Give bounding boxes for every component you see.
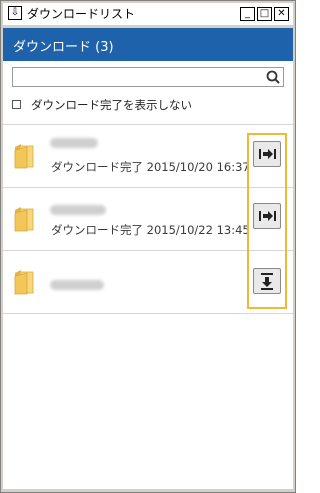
open-icon: [259, 211, 276, 221]
download-item[interactable]: [3, 251, 293, 313]
open-file-button[interactable]: [253, 141, 281, 167]
downloads-header: ダウンロード (3): [3, 28, 293, 61]
download-status: ダウンロード完了 2015/10/20 16:37: [51, 160, 250, 174]
close-button[interactable]: ✕: [274, 7, 289, 21]
search-icon[interactable]: [265, 68, 281, 86]
download-button[interactable]: [253, 268, 281, 294]
folder-icon: [14, 144, 34, 169]
search-box[interactable]: [12, 67, 284, 87]
open-icon: [259, 149, 276, 159]
folder-icon: [14, 270, 34, 295]
file-name-redacted: [50, 280, 104, 290]
search-input[interactable]: [15, 69, 260, 85]
title-bar[interactable]: ⇩ ダウンロードリスト _ □ ✕: [3, 3, 293, 25]
download-list-panel: ダウンロード完了を表示しない ダウンロード完了 2015/10/20 16:37: [3, 61, 293, 489]
download-item[interactable]: ダウンロード完了 2015/10/20 16:37: [3, 125, 293, 187]
file-name-redacted: [50, 205, 106, 215]
folder-icon: [14, 207, 34, 232]
download-icon: [261, 273, 273, 290]
hide-completed-checkbox[interactable]: [12, 100, 21, 109]
open-file-button[interactable]: [253, 203, 281, 229]
divider: [3, 313, 293, 314]
download-status: ダウンロード完了 2015/10/22 13:45: [51, 223, 250, 237]
maximize-button[interactable]: □: [257, 7, 272, 21]
app-icon: ⇩: [8, 6, 22, 20]
minimize-button[interactable]: _: [240, 7, 255, 21]
downloads-count-title: ダウンロード (3): [13, 40, 114, 55]
file-name-redacted: [50, 138, 98, 148]
download-list-window: ⇩ ダウンロードリスト _ □ ✕ ダウンロード (3) ダウンロード完了を表示…: [0, 0, 296, 493]
window-title: ダウンロードリスト: [27, 7, 136, 21]
hide-completed-label: ダウンロード完了を表示しない: [31, 98, 192, 112]
download-item[interactable]: ダウンロード完了 2015/10/22 13:45: [3, 188, 293, 250]
